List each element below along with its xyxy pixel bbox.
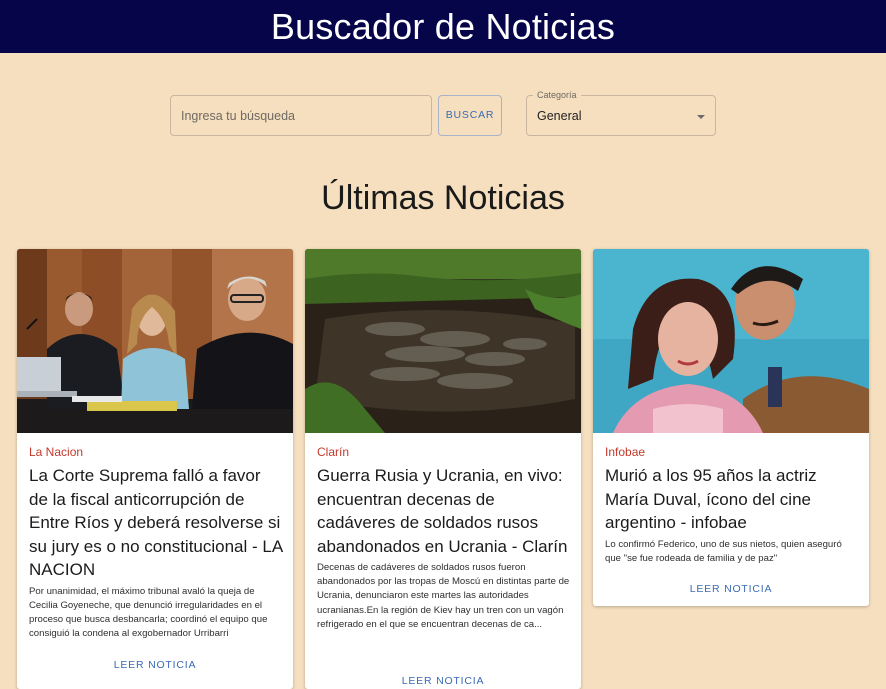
- news-image: [593, 249, 869, 433]
- category-select[interactable]: Categoría General: [526, 88, 716, 136]
- card-body: Clarín Guerra Rusia y Ucrania, en vivo: …: [317, 445, 571, 632]
- news-description: Por unanimidad, el máximo tribunal avaló…: [29, 585, 268, 640]
- news-card: La Nacion La Corte Suprema falló a favor…: [17, 249, 293, 689]
- section-title: Últimas Noticias: [321, 179, 565, 217]
- search-input[interactable]: [171, 96, 431, 135]
- news-source: La Nacion: [29, 445, 84, 459]
- news-description: Lo confirmó Federico, uno de sus nietos,…: [605, 538, 842, 564]
- news-image: [305, 249, 581, 433]
- news-image: [17, 249, 293, 433]
- card-body: La Nacion La Corte Suprema falló a favor…: [29, 445, 283, 641]
- category-selected-value: General: [537, 109, 582, 123]
- chevron-down-icon: [697, 115, 705, 119]
- page-title: Buscador de Noticias: [270, 6, 616, 47]
- search-form: BUSCAR Categoría General: [0, 88, 886, 138]
- app-header: Buscador de Noticias: [0, 0, 886, 53]
- news-source: Clarín: [317, 445, 350, 459]
- news-card: Clarín Guerra Rusia y Ucrania, en vivo: …: [305, 249, 581, 689]
- news-title: Murió a los 95 años la actriz María Duva…: [605, 466, 817, 532]
- category-label: Categoría: [533, 88, 581, 102]
- news-title: Guerra Rusia y Ucrania, en vivo: encuent…: [317, 466, 568, 556]
- card-body: Infobae Murió a los 95 años la actriz Ma…: [605, 445, 859, 566]
- read-news-button[interactable]: LEER NOTICIA: [305, 675, 581, 687]
- search-field[interactable]: [170, 95, 432, 136]
- news-description: Decenas de cadáveres de soldados rusos f…: [317, 562, 570, 630]
- news-title: La Corte Suprema falló a favor de la fis…: [29, 466, 283, 579]
- search-button[interactable]: BUSCAR: [438, 95, 502, 136]
- read-news-button[interactable]: LEER NOTICIA: [593, 583, 869, 595]
- read-news-button[interactable]: LEER NOTICIA: [17, 659, 293, 671]
- news-source: Infobae: [605, 445, 646, 459]
- news-card: Infobae Murió a los 95 años la actriz Ma…: [593, 249, 869, 606]
